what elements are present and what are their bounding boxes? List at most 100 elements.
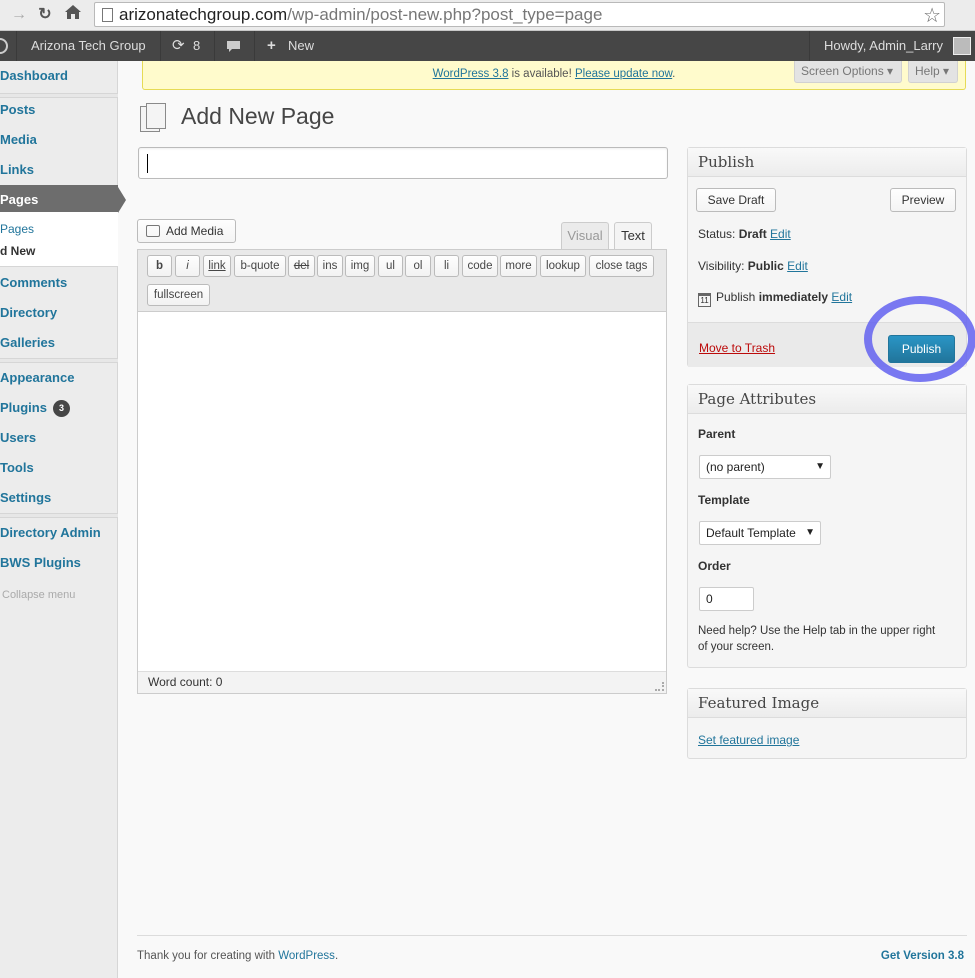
pages-icon xyxy=(140,103,170,133)
page-attributes-title[interactable]: Page Attributes xyxy=(688,385,966,414)
menu-pages[interactable]: Pages xyxy=(0,185,126,215)
address-bar[interactable]: arizonatechgroup.com/wp-admin/post-new.p… xyxy=(94,2,945,27)
visibility-value: Public xyxy=(747,259,784,273)
wordpress-logo-icon[interactable] xyxy=(0,38,8,54)
wordpress-footer-link[interactable]: WordPress xyxy=(278,950,335,962)
publish-button[interactable]: Publish xyxy=(888,335,955,363)
add-media-button[interactable]: Add Media xyxy=(137,219,236,243)
set-featured-image-link[interactable]: Set featured image xyxy=(698,733,799,747)
featured-image-row: Set featured image xyxy=(698,733,799,747)
url-text: arizonatechgroup.com/wp-admin/post-new.p… xyxy=(119,5,603,24)
help-tab[interactable]: Help ▾ xyxy=(908,61,958,83)
reload-icon[interactable]: ↻ xyxy=(34,4,56,26)
admin-sidebar: Dashboard Posts Media Links Pages Pages … xyxy=(0,61,126,978)
edit-status-link[interactable]: Edit xyxy=(770,227,791,241)
new-content-link[interactable]: New xyxy=(288,31,314,61)
move-to-trash-link[interactable]: Move to Trash xyxy=(699,341,775,355)
order-input[interactable]: 0 xyxy=(699,587,754,611)
qt-bquote-button[interactable]: b-quote xyxy=(234,255,286,277)
featured-image-box: Featured Image Set featured image xyxy=(687,688,967,759)
qt-more-button[interactable]: more xyxy=(500,255,537,277)
pages-submenu: Pages d New xyxy=(0,212,118,267)
tab-text[interactable]: Text xyxy=(614,222,652,250)
status-row: Status: Draft Edit xyxy=(698,227,791,241)
submenu-all-pages[interactable]: Pages xyxy=(0,222,34,236)
publish-box: Publish Save Draft Preview Status: Draft… xyxy=(687,147,967,367)
page-title-input[interactable] xyxy=(138,147,668,179)
menu-dashboard[interactable]: Dashboard xyxy=(0,61,118,91)
update-now-link[interactable]: Please update now xyxy=(575,68,672,80)
menu-tools[interactable]: Tools xyxy=(0,453,118,483)
submenu-add-new[interactable]: d New xyxy=(0,244,35,258)
word-count: Word count: 0 xyxy=(138,671,666,693)
qt-ol-button[interactable]: ol xyxy=(405,255,431,277)
site-name-link[interactable]: Arizona Tech Group xyxy=(31,31,146,61)
menu-bws-plugins[interactable]: BWS Plugins xyxy=(0,548,118,578)
plus-icon[interactable]: + xyxy=(267,31,276,61)
menu-appearance[interactable]: Appearance xyxy=(0,363,118,393)
qt-del-button[interactable]: del xyxy=(288,255,315,277)
qt-bold-button[interactable]: b xyxy=(147,255,172,277)
template-select[interactable]: Default Template ▼ xyxy=(699,521,821,545)
collapse-menu-button[interactable]: Collapse menu xyxy=(2,589,75,601)
edit-visibility-link[interactable]: Edit xyxy=(787,259,808,273)
media-icon xyxy=(146,225,160,237)
save-draft-button[interactable]: Save Draft xyxy=(696,188,776,212)
page-icon xyxy=(102,8,113,22)
qt-fullscreen-button[interactable]: fullscreen xyxy=(147,284,210,306)
forward-arrow-icon[interactable]: → xyxy=(8,4,30,26)
get-version-link[interactable]: Get Version 3.8 xyxy=(881,950,964,962)
visibility-row: Visibility: Public Edit xyxy=(698,259,808,273)
qt-italic-button[interactable]: i xyxy=(175,255,200,277)
browser-toolbar: → ↻ arizonatechgroup.com/wp-admin/post-n… xyxy=(0,0,975,31)
content-textarea[interactable] xyxy=(138,312,666,672)
menu-links[interactable]: Links xyxy=(0,155,118,185)
menu-plugins[interactable]: Plugins 3 xyxy=(0,393,118,423)
tab-visual[interactable]: Visual xyxy=(561,222,609,250)
screen-options-tab[interactable]: Screen Options ▾ xyxy=(794,61,902,83)
preview-button[interactable]: Preview xyxy=(890,188,956,212)
qt-link-button[interactable]: link xyxy=(203,255,231,277)
qt-lookup-button[interactable]: lookup xyxy=(540,255,586,277)
qt-code-button[interactable]: code xyxy=(462,255,498,277)
menu-directory[interactable]: Directory xyxy=(0,298,118,328)
menu-plugins-label: Plugins xyxy=(0,400,47,415)
howdy-user-link[interactable]: Howdy, Admin_Larry xyxy=(824,31,943,61)
featured-image-title[interactable]: Featured Image xyxy=(688,689,966,718)
template-label: Template xyxy=(698,493,750,507)
parent-label: Parent xyxy=(698,427,736,441)
parent-select[interactable]: (no parent) ▼ xyxy=(699,455,831,479)
order-label: Order xyxy=(698,559,731,573)
menu-settings[interactable]: Settings xyxy=(0,483,118,513)
menu-posts[interactable]: Posts xyxy=(0,95,118,125)
add-media-label: Add Media xyxy=(166,224,224,238)
updates-count[interactable]: 8 xyxy=(193,31,200,61)
page-attributes-box: Page Attributes Parent (no parent) ▼ Temp… xyxy=(687,384,967,668)
qt-ins-button[interactable]: ins xyxy=(317,255,343,277)
content-editor: b i link b-quote del ins img ul ol li co… xyxy=(137,249,667,694)
text-caret xyxy=(147,154,148,173)
edit-publish-time-link[interactable]: Edit xyxy=(831,290,852,304)
menu-directory-admin[interactable]: Directory Admin xyxy=(0,518,118,548)
menu-galleries[interactable]: Galleries xyxy=(0,328,118,358)
menu-users[interactable]: Users xyxy=(0,423,118,453)
wordpress-version-link[interactable]: WordPress 3.8 xyxy=(433,68,509,80)
dropdown-arrow-icon: ▼ xyxy=(805,527,815,538)
qt-close-tags-button[interactable]: close tags xyxy=(589,255,654,277)
qt-li-button[interactable]: li xyxy=(434,255,459,277)
star-icon[interactable]: ☆ xyxy=(923,3,941,28)
updates-icon[interactable]: ⟳ xyxy=(172,31,185,61)
menu-media[interactable]: Media xyxy=(0,125,118,155)
publish-box-title[interactable]: Publish xyxy=(688,148,966,177)
help-text-line2: of your screen. xyxy=(698,641,775,653)
status-value: Draft xyxy=(738,227,767,241)
comments-icon[interactable] xyxy=(226,31,241,61)
qt-ul-button[interactable]: ul xyxy=(378,255,403,277)
resize-handle-icon[interactable] xyxy=(655,682,664,691)
avatar[interactable] xyxy=(953,37,971,55)
menu-comments[interactable]: Comments xyxy=(0,268,118,298)
qt-img-button[interactable]: img xyxy=(345,255,375,277)
home-icon[interactable] xyxy=(62,4,84,26)
publish-time-row: 11 Publish immediately Edit xyxy=(698,290,852,307)
help-text-line1: Need help? Use the Help tab in the upper… xyxy=(698,625,936,637)
